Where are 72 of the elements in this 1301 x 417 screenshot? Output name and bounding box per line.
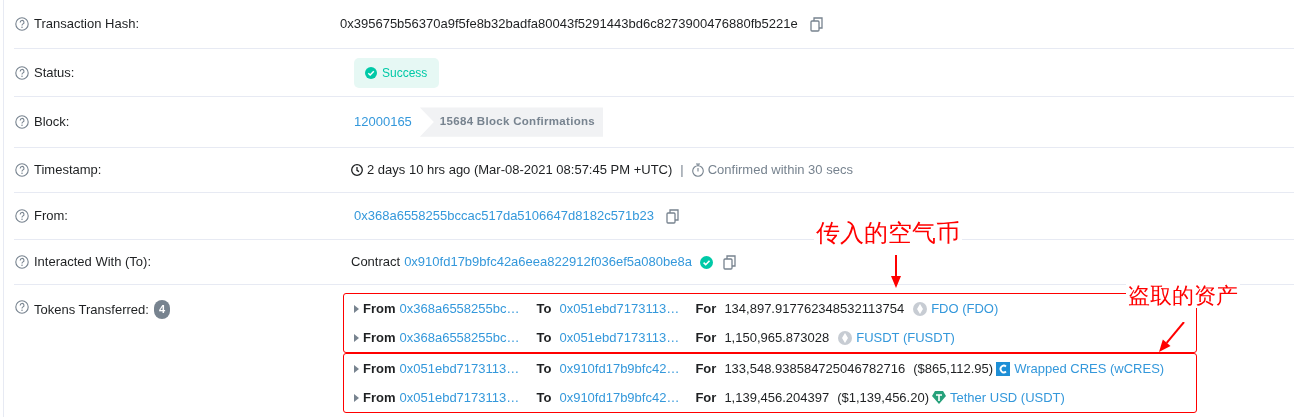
address-link[interactable]: 0x910fd17b9bfc42… — [559, 358, 696, 379]
confirmations-badge: 15684 Block Confirmations — [419, 107, 603, 137]
address-link[interactable]: 0x051ebd7173113… — [399, 358, 537, 379]
token-link[interactable]: Tether USD (USDT) — [950, 387, 1065, 408]
to-label: To — [536, 328, 552, 347]
copy-icon[interactable] — [809, 16, 823, 32]
annotation-text: 传入的空气币 — [814, 220, 962, 246]
check-circle-icon — [365, 66, 377, 79]
token-icon — [913, 301, 928, 316]
for-label: For — [695, 328, 717, 347]
from-label: From — [363, 299, 396, 318]
field-label: Status: — [34, 63, 75, 82]
usd-value: ($1,139,456.20) — [837, 388, 929, 407]
to-label: To — [536, 359, 552, 378]
stopwatch-icon — [691, 163, 704, 177]
from-label: From — [363, 328, 396, 347]
to-label: To — [536, 388, 552, 407]
token-icon — [932, 391, 946, 404]
for-label: For — [695, 388, 717, 407]
block-link[interactable]: 12000165 — [354, 112, 412, 132]
token-link[interactable]: Wrapped CRES (wCRES) — [1014, 358, 1165, 379]
for-label: For — [695, 359, 717, 378]
address-link[interactable]: 0x051ebd7173113… — [399, 387, 537, 408]
timestamp-text: 2 days 10 hrs ago (Mar-08-2021 08:57:45 PM +UTC) — [367, 161, 673, 180]
copy-icon[interactable] — [666, 208, 679, 224]
help-icon — [15, 65, 29, 80]
usd-value: ($865,112.95) — [913, 359, 994, 378]
help-icon — [15, 115, 29, 129]
help-icon — [15, 209, 29, 223]
to-label: To — [536, 299, 552, 318]
token-amount: 134,897.917762348532113754 — [724, 299, 905, 318]
field-label: Transaction Hash: — [34, 15, 139, 34]
status-text: Success — [382, 64, 428, 82]
copy-icon[interactable] — [722, 254, 736, 270]
field-label: Block: — [34, 113, 70, 132]
token-amount: 1,150,965.873028 — [724, 328, 830, 347]
token-link[interactable]: FUSDT (FUSDT) — [856, 327, 955, 348]
token-icon — [996, 361, 1011, 376]
token-link[interactable]: FDO (FDO) — [931, 298, 999, 319]
caret-icon — [354, 304, 359, 313]
for-label: For — [695, 299, 717, 318]
help-icon — [15, 255, 29, 269]
separator: | — [680, 161, 684, 180]
address-link[interactable]: 0x368a6558255bccac517da5106647d8182c571b23 — [354, 206, 654, 226]
address-link[interactable]: 0x051ebd7173113… — [559, 327, 696, 348]
hash-value: 0x395675b56370a9f5fe8b32badfa80043f5291443bd6c8273900476880fb5221e — [340, 15, 798, 34]
address-link[interactable]: 0x368a6558255bc… — [399, 298, 537, 319]
caret-icon — [354, 393, 359, 402]
token-icon — [838, 330, 853, 345]
help-icon — [15, 17, 29, 31]
address-link[interactable]: 0x051ebd7173113… — [559, 298, 696, 319]
from-label: From — [363, 388, 396, 407]
field-label: From: — [34, 207, 68, 226]
help-icon — [15, 300, 29, 314]
address-link[interactable]: 0x910fd17b9bfc42… — [559, 387, 696, 408]
contract-label: Contract — [351, 253, 401, 272]
field-label: Timestamp: — [34, 161, 102, 180]
confirmation-time: Confirmed within 30 secs — [707, 161, 853, 180]
field-label: Tokens Transferred: — [34, 301, 149, 319]
caret-icon — [354, 364, 359, 373]
token-amount: 133,548.938584725046782716 — [724, 359, 906, 378]
caret-icon — [354, 333, 359, 342]
from-label: From — [363, 359, 396, 378]
contract-link[interactable]: 0x910fd17b9bfc42a6eea822912f036ef5a080be8a — [404, 252, 692, 272]
address-link[interactable]: 0x368a6558255bc… — [399, 327, 537, 348]
clock-icon — [351, 164, 363, 176]
annotation-arrow — [890, 255, 902, 288]
help-icon — [15, 163, 29, 177]
annotation-text: 盗取的资产 — [1126, 284, 1240, 308]
token-amount: 1,139,456.204397 — [724, 388, 830, 407]
field-label: Interacted With (To): — [34, 253, 152, 272]
count-badge: 4 — [153, 300, 170, 319]
